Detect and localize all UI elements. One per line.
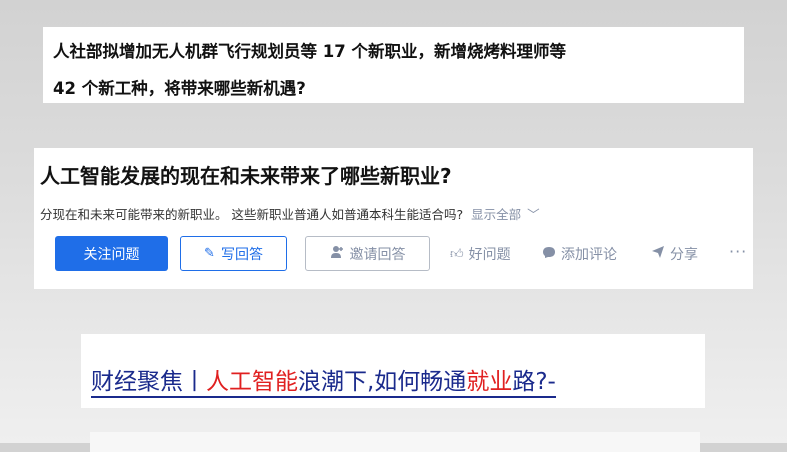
more-options-button[interactable]: ··· [729,242,747,261]
follow-label: 关注问题 [83,246,140,263]
comment-icon [542,246,556,263]
invite-label: 邀请回答 [349,246,406,263]
comment-label: 添加评论 [561,247,617,263]
invite-answer-button[interactable]: 邀请回答 [305,236,430,271]
headline-line-1: 人社部拟增加无人机群飞行规划员等 17 个新职业，新增烧烤料理师等 [53,42,566,61]
question-title[interactable]: 人工智能发展的现在和未来带来了哪些新职业? [40,160,452,189]
news-title-part-4: 就业 [466,369,513,395]
add-comment-button[interactable]: 添加评论 [542,244,617,264]
good-question-button[interactable]: 👍︎ 好问题 [450,244,511,264]
news-title-part-5: 路?- [512,369,556,395]
cropped-card [90,432,700,452]
thumbs-up-icon: 👍︎ [450,246,464,262]
share-label: 分享 [670,247,698,263]
news-headline-card: 人社部拟增加无人机群飞行规划员等 17 个新职业，新增烧烤料理师等 42 个新工… [43,27,744,103]
chevron-down-icon[interactable]: ﹀ [527,207,540,222]
question-card: 人工智能发展的现在和未来带来了哪些新职业? 分现在和未来可能带来的新职业。 这些… [34,148,753,289]
news-link-card: 财经聚焦丨人工智能浪潮下,如何畅通就业路?- [81,334,705,408]
write-answer-button[interactable]: ✎ 写回答 [180,236,287,271]
good-label: 好问题 [468,247,511,263]
question-excerpt: 分现在和未来可能带来的新职业。 这些新职业普通人如普通本科生能适合吗? 显示全部 ﹀ [40,204,540,223]
add-user-icon [330,245,344,263]
show-all-link[interactable]: 显示全部 [471,207,521,222]
excerpt-text: 分现在和未来可能带来的新职业。 这些新职业普通人如普通本科生能适合吗? [40,207,464,222]
paper-plane-icon [651,245,665,263]
news-title-part-3: 浪潮下,如何畅通 [298,369,467,395]
news-link[interactable]: 财经聚焦丨人工智能浪潮下,如何畅通就业路?- [91,368,556,398]
answer-label: 写回答 [220,246,263,263]
share-button[interactable]: 分享 [651,244,698,264]
news-title-part-2: 人工智能 [206,369,298,395]
news-title-part-1: 财经聚焦丨 [91,369,206,395]
headline-line-2: 42 个新工种，将带来哪些新机遇? [53,79,306,98]
pencil-icon: ✎ [204,246,215,261]
follow-question-button[interactable]: 关注问题 [55,236,168,271]
